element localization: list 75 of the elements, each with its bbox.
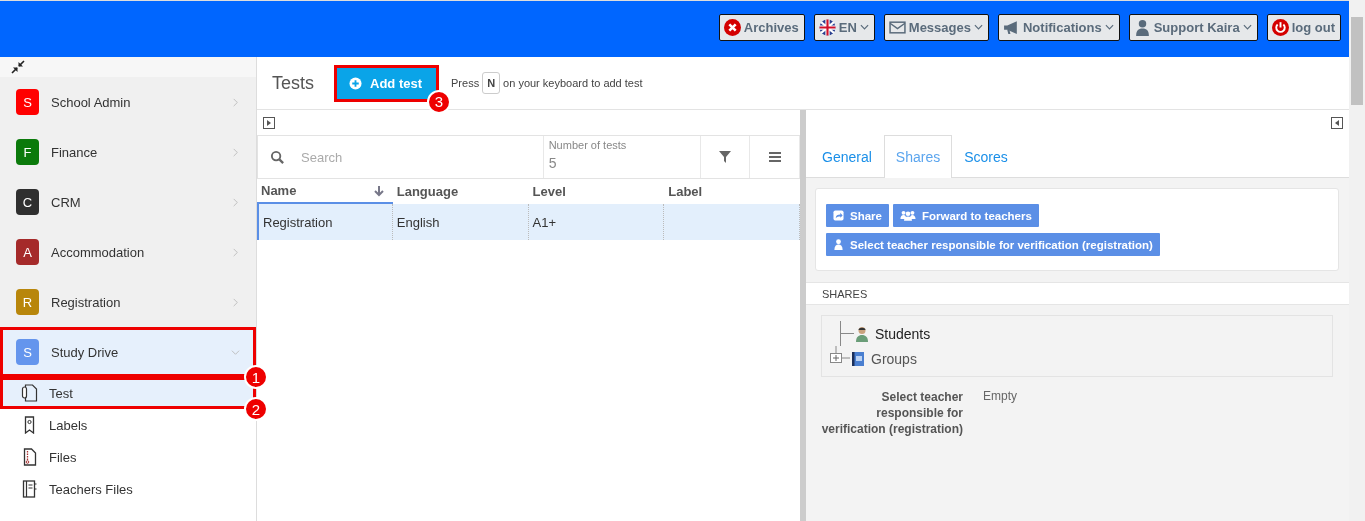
toolbar-button[interactable]: log out — [1266, 13, 1341, 41]
toolbar-button[interactable]: EN — [813, 13, 875, 41]
flag-icon — [818, 18, 836, 36]
search-field[interactable]: Search — [299, 148, 503, 166]
toolbar-button[interactable]: Support Kaira — [1128, 13, 1258, 41]
menu-icon[interactable] — [767, 150, 782, 164]
sidebar-item[interactable]: R Registration — [0, 277, 256, 327]
user-icon — [833, 239, 844, 250]
module-badge: S — [16, 89, 39, 115]
module-label: Finance — [51, 144, 99, 160]
sidebar-item[interactable]: F Finance — [0, 127, 256, 177]
power-icon — [1271, 18, 1289, 36]
hint-text: Press — [451, 77, 480, 89]
table-cell: English — [392, 204, 529, 240]
book-icon — [850, 350, 866, 367]
collapse-panel-icon[interactable] — [1331, 116, 1343, 129]
filter-icon[interactable] — [717, 150, 732, 164]
column-header[interactable]: Language — [392, 179, 529, 204]
field-label: Select teacher responsible for verification (registration) — [820, 389, 963, 437]
module-badge: C — [16, 189, 39, 215]
file-icon — [21, 448, 38, 466]
document-icon — [21, 384, 38, 402]
share-icon — [833, 210, 844, 221]
collapse-icon[interactable] — [10, 59, 26, 75]
step-badge: 2 — [244, 397, 268, 421]
column-header[interactable]: Label — [664, 179, 800, 204]
item-label: Files — [49, 449, 77, 465]
sidebar-item[interactable]: C CRM — [0, 177, 256, 227]
toolbar-button[interactable]: Notifications — [997, 13, 1120, 41]
table-cell: A1+ — [528, 204, 665, 240]
table-row[interactable]: Registration English A1+ — [257, 204, 800, 240]
tab[interactable]: Scores — [952, 135, 1020, 177]
tab[interactable]: General — [810, 135, 884, 177]
envelope-icon — [888, 18, 906, 36]
item-label: Teachers Files — [49, 481, 133, 497]
sidebar-item[interactable]: Teachers Files — [0, 473, 256, 505]
close-icon — [723, 18, 741, 36]
megaphone-icon — [1002, 18, 1020, 36]
key-cap: N — [482, 72, 501, 94]
field-value: Empty — [983, 389, 1017, 405]
tree-node[interactable]: Students — [830, 321, 1332, 346]
sidebar-item[interactable]: Files — [0, 441, 256, 473]
expand-panel-icon[interactable] — [263, 116, 275, 129]
module-label: Registration — [51, 294, 122, 310]
notebook-icon — [21, 480, 38, 498]
item-label: Labels — [49, 417, 88, 433]
item-label: Test — [49, 385, 73, 401]
count-label: Number of tests — [548, 139, 628, 151]
module-label: CRM — [51, 194, 82, 210]
hint-text: on your keyboard to add test — [503, 77, 643, 89]
count-value: 5 — [548, 155, 558, 171]
scrollbar[interactable] — [1349, 0, 1365, 521]
toolbar-button[interactable]: Archives — [718, 13, 805, 41]
user-icon — [1133, 18, 1151, 36]
step-badge: 1 — [244, 365, 268, 389]
module-badge: A — [16, 239, 39, 265]
search-icon — [270, 149, 285, 165]
plus-icon — [349, 76, 362, 90]
sidebar-item[interactable]: S School Admin — [0, 77, 256, 127]
module-label: Accommodation — [51, 244, 146, 260]
users-icon — [899, 210, 916, 221]
section-title: SHARES — [822, 287, 868, 300]
column-header[interactable]: Level — [528, 179, 665, 204]
sidebar-item[interactable]: A Accommodation — [0, 227, 256, 277]
toolbar-button[interactable]: Messages — [883, 13, 989, 41]
tree-node[interactable]: Groups — [830, 346, 1332, 371]
person-icon — [854, 325, 870, 342]
module-label: School Admin — [51, 94, 132, 110]
sort-arrow-icon — [372, 184, 385, 197]
page-title: Tests — [272, 72, 314, 94]
table-cell: Registration — [259, 204, 393, 240]
module-label: Study Drive — [51, 344, 120, 360]
module-badge: S — [16, 339, 39, 365]
module-badge: R — [16, 289, 39, 315]
module-badge: F — [16, 139, 39, 165]
